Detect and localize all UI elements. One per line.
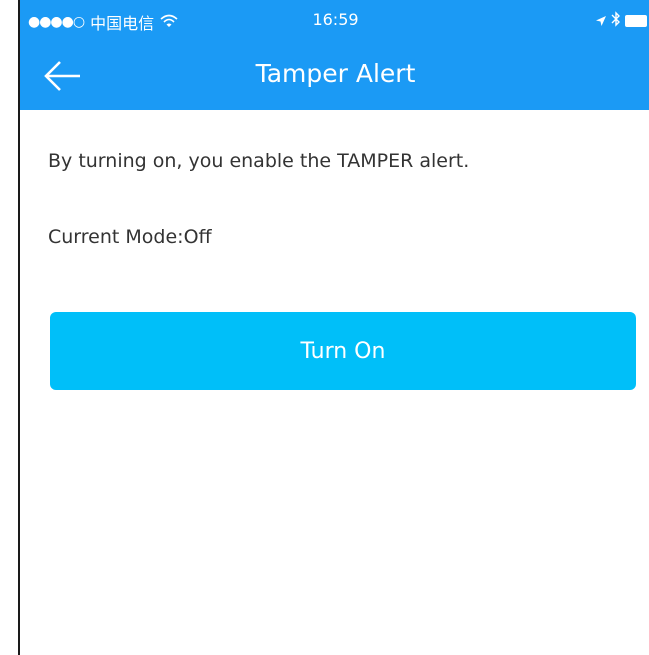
- location-arrow-icon: [595, 12, 607, 31]
- left-margin: [0, 0, 18, 655]
- turn-on-button[interactable]: Turn On: [50, 312, 636, 390]
- page-title: Tamper Alert: [255, 59, 416, 88]
- phone-screen: ●●●●○ 中国电信 16:59 Tamper Alert By turning…: [18, 0, 649, 655]
- current-mode-text: Current Mode:Off: [48, 226, 212, 248]
- battery-icon: [625, 15, 647, 27]
- app-frame: ●●●●○ 中国电信 16:59 Tamper Alert By turning…: [0, 0, 649, 655]
- description-text: By turning on, you enable the TAMPER ale…: [48, 150, 470, 172]
- status-right: [595, 11, 647, 31]
- status-time: 16:59: [312, 10, 359, 29]
- status-bar: ●●●●○ 中国电信 16:59: [20, 0, 649, 40]
- bluetooth-icon: [611, 11, 621, 31]
- navigation-bar: Tamper Alert: [20, 40, 649, 110]
